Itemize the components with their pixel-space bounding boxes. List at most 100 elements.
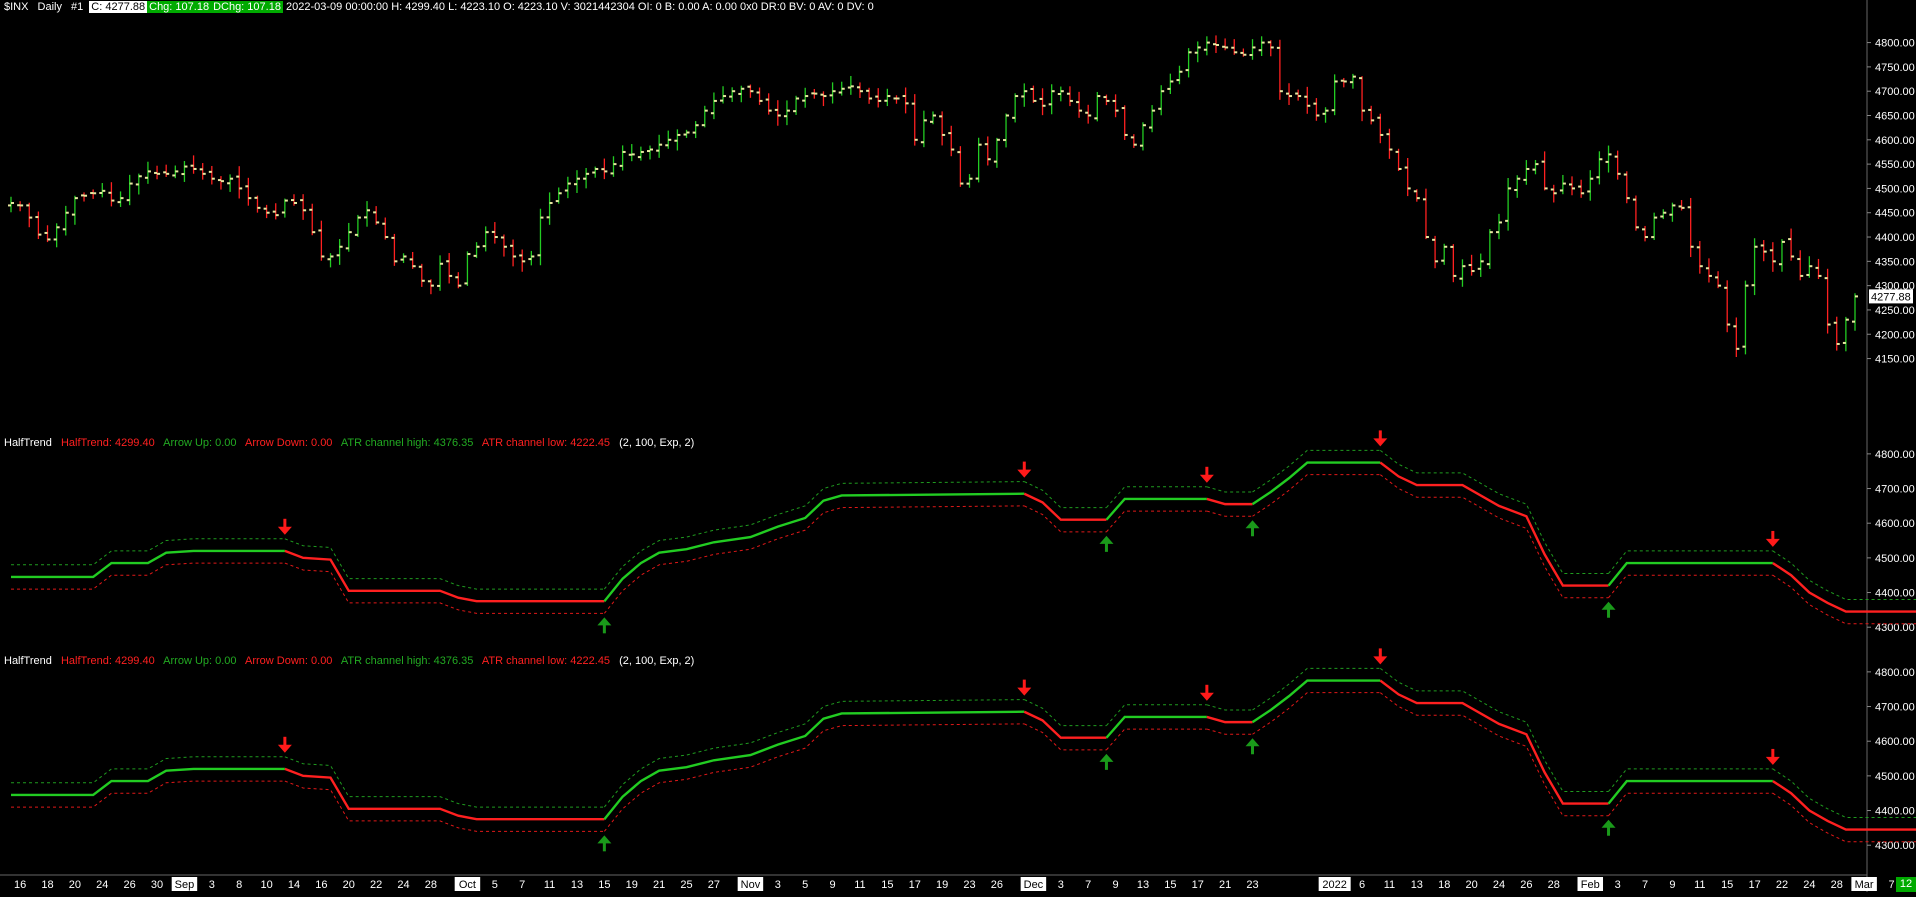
price-bar — [1669, 203, 1675, 222]
time-label: 7 — [1642, 879, 1648, 891]
atr-channel-low — [1106, 511, 1206, 532]
price-tick-label: 4400.00 — [1875, 232, 1915, 244]
halftrend-line-up — [1106, 499, 1206, 520]
time-label: 24 — [96, 879, 108, 891]
arrow-down-value: Arrow Down: 0.00 — [245, 655, 332, 667]
price-bar — [1003, 114, 1009, 148]
arrow-head — [1766, 539, 1780, 547]
price-bar — [656, 135, 662, 158]
arrow-head — [597, 835, 611, 843]
price-bar — [1432, 236, 1438, 268]
price-bar — [492, 222, 498, 244]
price-bar — [1359, 76, 1365, 121]
time-label: 16 — [14, 879, 26, 891]
price-bar — [1067, 86, 1073, 106]
time-label: 7 — [519, 879, 525, 891]
price-bar — [820, 91, 826, 106]
arrow-head — [597, 617, 611, 625]
price-tick-label: 4750.00 — [1875, 62, 1915, 74]
atr-channel-high — [1207, 487, 1253, 492]
price-bar — [1040, 88, 1046, 115]
arrow-up-icon — [597, 835, 611, 851]
arrow-head — [1200, 475, 1214, 483]
price-bar — [684, 130, 690, 138]
price-bar — [1313, 98, 1319, 121]
price-bar — [1706, 258, 1712, 282]
price-bar — [401, 253, 407, 263]
price-bar — [1496, 214, 1502, 239]
arrow-up-value: Arrow Up: 0.00 — [163, 437, 236, 449]
arrow-up-icon — [1246, 520, 1260, 536]
halftrend-line-down — [1024, 712, 1106, 738]
price-bar — [1405, 158, 1411, 196]
price-bar — [264, 205, 270, 218]
time-label: Oct — [459, 879, 476, 891]
price-bar — [1606, 146, 1612, 173]
price-bar — [720, 86, 726, 103]
price-bar — [1423, 189, 1429, 239]
price-bar — [282, 199, 288, 218]
atr-channel-low — [1609, 793, 1773, 816]
price-bar — [1277, 40, 1283, 100]
price-tick-label: 4700.00 — [1875, 86, 1915, 98]
price-bar — [1788, 229, 1794, 261]
price-bar — [957, 146, 963, 187]
time-label: 27 — [708, 879, 720, 891]
time-label: Dec — [1024, 879, 1044, 891]
halftrend-pane-1: 4300.004400.004500.004600.004700.004800.… — [11, 430, 1916, 639]
price-bar — [939, 111, 945, 145]
arrow-down-icon — [1373, 648, 1387, 664]
price-bar — [17, 201, 23, 211]
price-bar — [994, 138, 1000, 168]
time-label: 3 — [1058, 879, 1064, 891]
price-bar — [985, 136, 991, 165]
price-bar — [1304, 87, 1310, 114]
time-label: Sep — [175, 879, 195, 891]
indicator-name: HalfTrend — [4, 655, 52, 667]
price-bar — [227, 174, 233, 192]
price-bar — [1268, 40, 1274, 56]
price-bar — [1733, 317, 1739, 357]
atr-channel-high — [1253, 450, 1381, 492]
time-label: 15 — [1164, 879, 1176, 891]
price-bar — [565, 177, 571, 198]
arrow-down-icon — [278, 519, 292, 535]
price-bar — [54, 223, 60, 247]
price-bar — [802, 88, 808, 108]
price-bar — [26, 203, 32, 227]
time-label: 5 — [492, 879, 498, 891]
halftrend-line-down — [1207, 717, 1253, 722]
bar-info: 2022-03-09 00:00:00 H: 4299.40 L: 4223.1… — [286, 1, 874, 13]
atr-channel-high — [1207, 705, 1253, 710]
arrow-head — [1766, 757, 1780, 765]
price-bar — [875, 88, 881, 107]
price-bar — [1240, 48, 1246, 56]
atr-channel-high — [604, 700, 1024, 807]
time-label: 15 — [881, 879, 893, 891]
price-bar — [1742, 281, 1748, 355]
price-bar — [766, 93, 772, 114]
price-bar — [191, 155, 197, 173]
price-tick-label: 4450.00 — [1875, 208, 1915, 220]
time-label: 26 — [1520, 879, 1532, 891]
price-bar — [729, 87, 735, 102]
time-label: 16 — [315, 879, 327, 891]
price-bar — [200, 163, 206, 180]
halftrend-line-up — [11, 769, 285, 795]
price-bar — [1231, 39, 1237, 55]
price-bar — [8, 197, 14, 213]
symbol-label: $INX — [4, 1, 28, 13]
time-label: 23 — [963, 879, 975, 891]
price-tick-label: 4500.00 — [1875, 183, 1915, 195]
atr-low-value: ATR channel low: 4222.45 — [482, 437, 610, 449]
time-label: 19 — [936, 879, 948, 891]
price-bar — [1377, 114, 1383, 144]
price-bar — [1396, 149, 1402, 171]
price-bar — [1633, 196, 1639, 231]
price-bar — [464, 251, 470, 286]
arrow-up-icon — [1099, 754, 1113, 770]
time-label: 24 — [1493, 879, 1505, 891]
price-bar — [136, 174, 142, 195]
arrow-up-icon — [1246, 738, 1260, 754]
price-bar — [1049, 84, 1055, 114]
